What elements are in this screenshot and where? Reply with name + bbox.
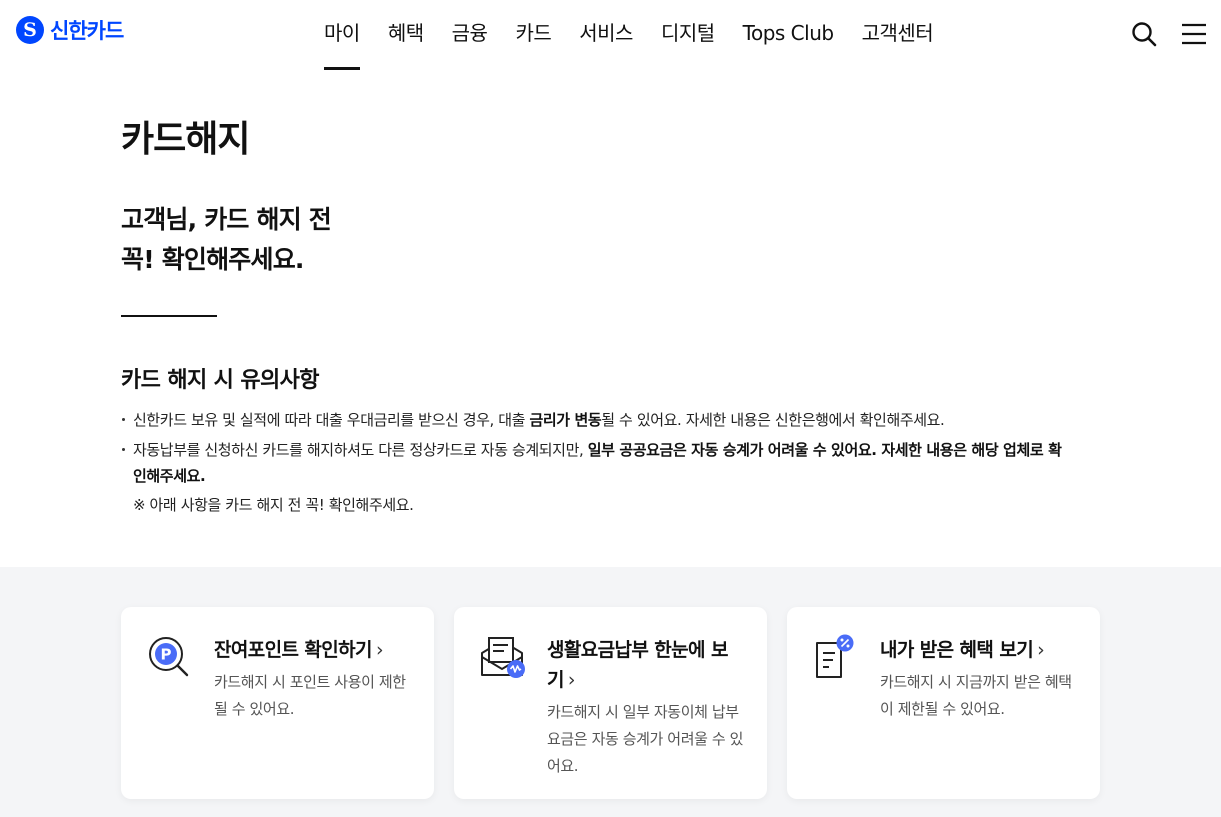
point-search-icon: P <box>149 637 189 677</box>
chevron-right-icon: › <box>1037 639 1045 661</box>
card-received-benefits[interactable]: 내가 받은 혜택 보기 › 카드해지 시 지금까지 받은 혜택이 제한될 수 있어… <box>787 607 1100 799</box>
menu-icon <box>1182 23 1206 45</box>
notice-title: 카드 해지 시 유의사항 <box>121 368 320 393</box>
nav-item-digital[interactable]: 디지털 <box>647 0 729 70</box>
menu-button[interactable] <box>1181 22 1207 46</box>
page-subtitle: 고객님, 카드 해지 전 꼭! 확인해주세요. <box>121 200 332 280</box>
card-utility-bills[interactable]: 생활요금납부 한눈에 보기 › 카드해지 시 일부 자동이체 납부요금은 자동 승… <box>454 607 767 799</box>
svg-text:P: P <box>161 646 172 664</box>
card-description: 카드해지 시 일부 자동이체 납부요금은 자동 승계가 어려울 수 있어요. <box>547 703 744 775</box>
nav-item-service[interactable]: 서비스 <box>565 0 647 70</box>
benefit-document-icon <box>816 634 854 678</box>
bill-envelope-icon <box>481 637 525 678</box>
nav-item-customer-center[interactable]: 고객센터 <box>848 0 948 70</box>
notice-list: 신한카드 보유 및 실적에 따라 대출 우대금리를 받으신 경우, 대출 금리가… <box>121 407 1071 493</box>
card-remaining-points[interactable]: P 잔여포인트 확인하기 › 카드해지 시 포인트 사용이 제한 될 수 있어요. <box>121 607 434 799</box>
search-button[interactable] <box>1130 20 1158 48</box>
nav-item-my[interactable]: 마이 <box>310 0 374 70</box>
global-header: S 신한카드 마이 혜택 금융 카드 서비스 디지털 Tops Club 고객센… <box>0 0 1221 70</box>
search-icon <box>1132 22 1157 47</box>
card-description: 카드해지 시 지금까지 받은 혜택이 제한될 수 있어요. <box>880 673 1072 718</box>
nav-item-benefits[interactable]: 혜택 <box>374 0 438 70</box>
page-title: 카드해지 <box>121 119 250 160</box>
notice-item: 신한카드 보유 및 실적에 따라 대출 우대금리를 받으신 경우, 대출 금리가… <box>121 407 1071 433</box>
notice-item: 자동납부를 신청하신 카드를 해지하셔도 다른 정상카드로 자동 승계되지만, … <box>121 437 1071 489</box>
nav-item-card[interactable]: 카드 <box>501 0 565 70</box>
logo[interactable]: S 신한카드 <box>16 15 124 45</box>
subtitle-line-1: 고객님, 카드 해지 전 <box>121 205 332 234</box>
main-nav: 마이 혜택 금융 카드 서비스 디지털 Tops Club 고객센터 <box>310 0 947 70</box>
card-description: 카드해지 시 포인트 사용이 제한 될 수 있어요. <box>214 673 406 718</box>
card-title[interactable]: 내가 받은 혜택 보기 › <box>880 635 1080 665</box>
nav-item-finance[interactable]: 금융 <box>438 0 502 70</box>
chevron-right-icon: › <box>375 639 384 661</box>
logo-text: 신한카드 <box>50 19 124 43</box>
subtitle-line-2: 꼭! 확인해주세요. <box>121 245 304 274</box>
shinhan-logo-icon: S <box>16 16 44 44</box>
chevron-right-icon: › <box>567 669 576 691</box>
nav-item-tops-club[interactable]: Tops Club <box>729 0 848 70</box>
card-title[interactable]: 생활요금납부 한눈에 보기 › <box>547 635 747 695</box>
title-divider <box>121 315 217 317</box>
notice-note: ※ 아래 사항을 카드 해지 전 꼭! 확인해주세요. <box>133 496 414 514</box>
card-title[interactable]: 잔여포인트 확인하기 › <box>214 635 414 665</box>
